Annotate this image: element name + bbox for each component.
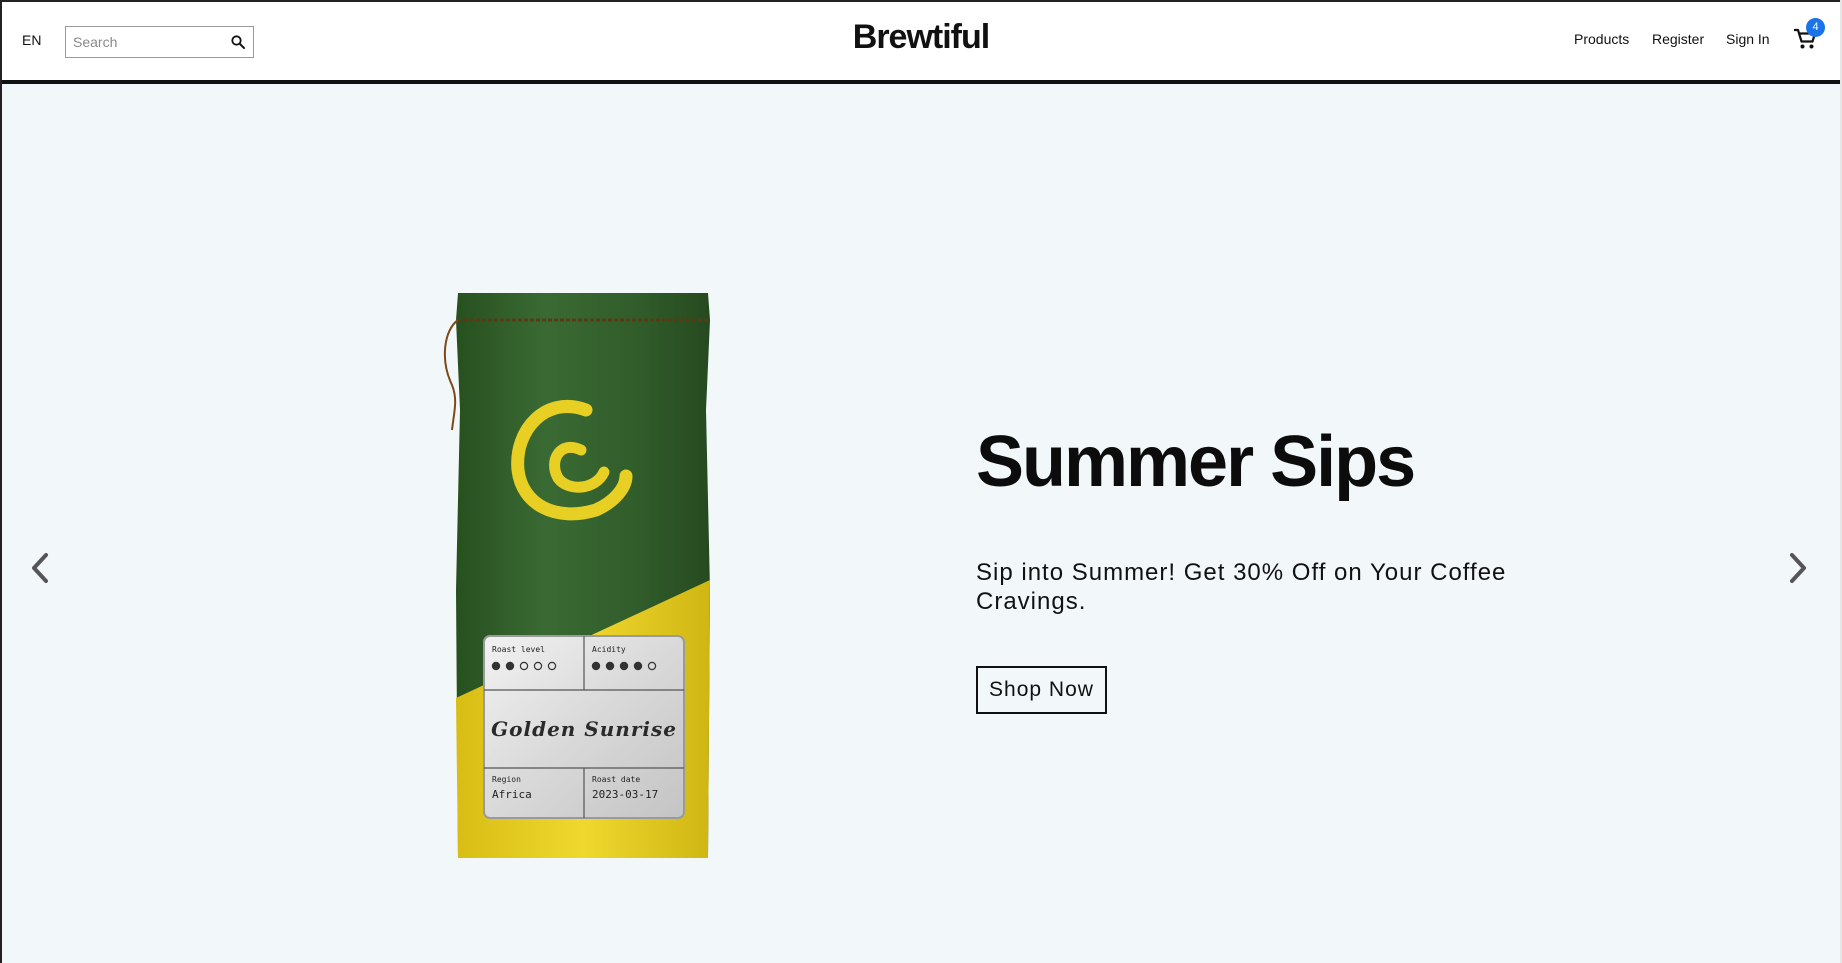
shop-now-button[interactable]: Shop Now <box>976 666 1107 714</box>
chevron-right-icon[interactable] <box>1782 546 1812 590</box>
product-name: Golden Sunrise <box>491 717 677 741</box>
acidity-dot <box>619 661 629 671</box>
search-box <box>65 26 254 58</box>
acidity-dot <box>633 661 643 671</box>
acidity-dot <box>605 661 615 671</box>
nav-sign-in[interactable]: Sign In <box>1726 31 1770 47</box>
cart-count-badge: 4 <box>1806 18 1825 37</box>
acidity-label: Acidity <box>592 645 626 654</box>
acidity-dot <box>591 661 601 671</box>
hero-title: Summer Sips <box>976 422 1416 502</box>
region-value: Africa <box>492 788 532 801</box>
nav-products[interactable]: Products <box>1574 31 1629 47</box>
search-icon[interactable] <box>230 34 246 50</box>
brand-logo[interactable]: Brewtiful <box>853 18 990 56</box>
roast-date-label: Roast date <box>592 775 640 784</box>
chevron-left-icon[interactable] <box>26 546 56 590</box>
roast-level-dot <box>491 661 501 671</box>
hero-carousel <box>2 84 1840 963</box>
roast-level-dot <box>505 661 515 671</box>
region-label: Region <box>492 775 521 784</box>
roast-level-label: Roast level <box>492 645 545 654</box>
hero-subtitle: Sip into Summer! Get 30% Off on Your Cof… <box>976 559 1507 615</box>
language-selector[interactable]: EN <box>22 32 41 48</box>
roast-date-value: 2023-03-17 <box>592 788 658 801</box>
coffee-bag-image: Roast level Acidity Region Roast date Af… <box>443 293 710 858</box>
search-input[interactable] <box>66 27 226 57</box>
nav-register[interactable]: Register <box>1652 31 1704 47</box>
